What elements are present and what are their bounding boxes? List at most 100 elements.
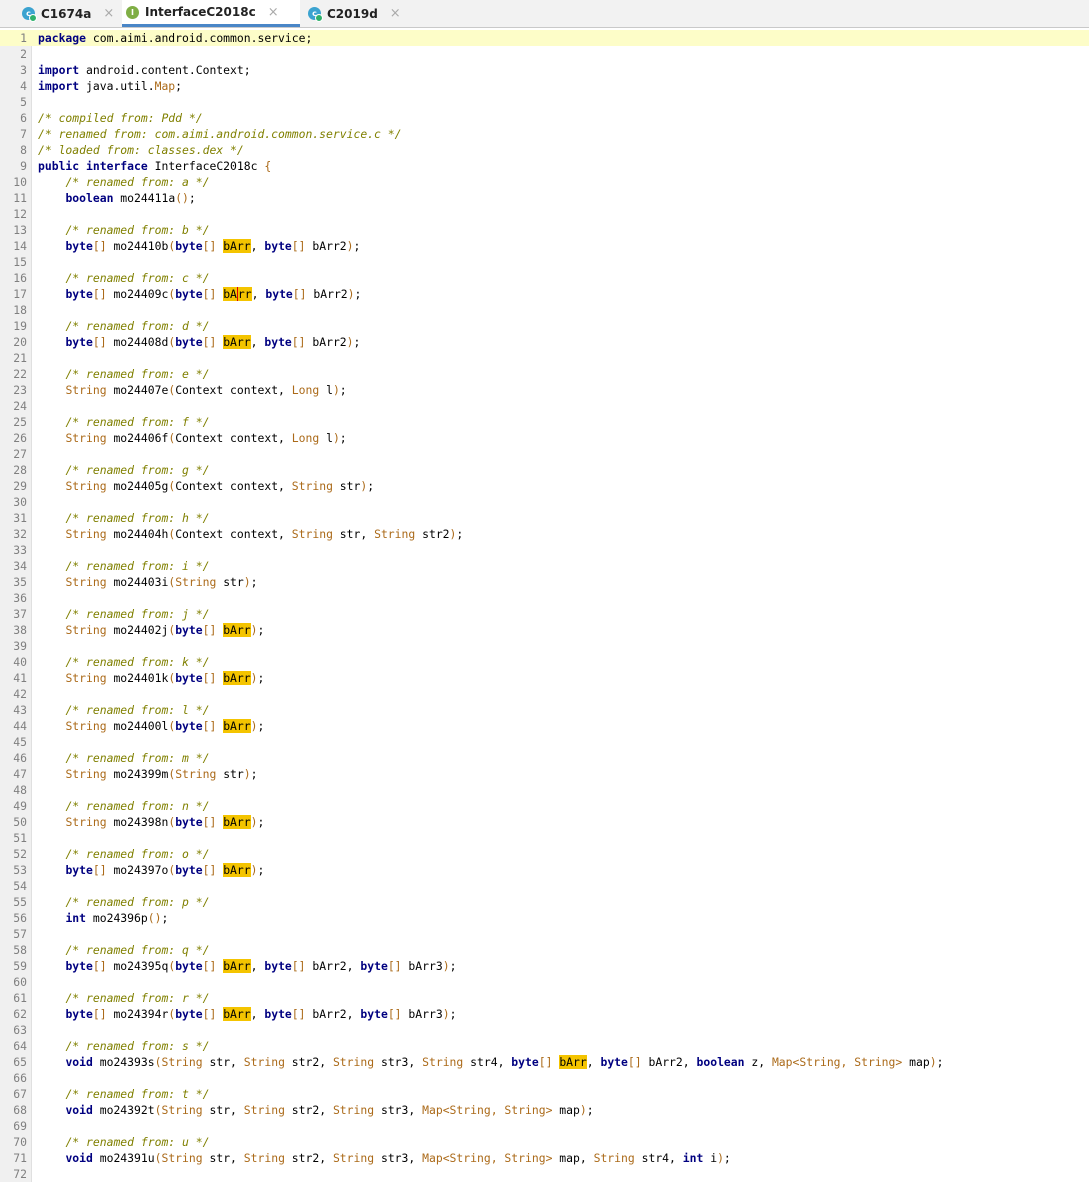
code-line[interactable]: 32 String mo24404h(Context context, Stri… [0, 526, 1089, 542]
code-line[interactable]: 44 String mo24400l(byte[] bArr); [0, 718, 1089, 734]
code-line[interactable]: 36 [0, 590, 1089, 606]
code-line[interactable]: 68 void mo24392t(String str, String str2… [0, 1102, 1089, 1118]
code-line[interactable]: 67 /* renamed from: t */ [0, 1086, 1089, 1102]
code-line[interactable]: 6 /* compiled from: Pdd */ [0, 110, 1089, 126]
code-line[interactable]: 55 /* renamed from: p */ [0, 894, 1089, 910]
code-line[interactable]: 54 [0, 878, 1089, 894]
code-line[interactable]: 24 [0, 398, 1089, 414]
code-line[interactable]: 1 package com.aimi.android.common.service… [0, 30, 1089, 46]
code-token: byte [265, 287, 293, 301]
code-line[interactable]: 18 [0, 302, 1089, 318]
code-line[interactable]: 29 String mo24405g(Context context, Stri… [0, 478, 1089, 494]
code-line[interactable]: 12 [0, 206, 1089, 222]
line-number: 24 [13, 399, 27, 413]
code-token: /* renamed from: q */ [65, 943, 210, 957]
code-line[interactable]: 8 /* loaded from: classes.dex */ [0, 142, 1089, 158]
code-line[interactable]: 21 [0, 350, 1089, 366]
code-line[interactable]: 53 byte[] mo24397o(byte[] bArr); [0, 862, 1089, 878]
tab-c2019d[interactable]: c C2019d × [304, 0, 404, 27]
code-token: { [264, 159, 272, 173]
code-line[interactable]: 31 /* renamed from: h */ [0, 510, 1089, 526]
tab-c1674a[interactable]: c C1674a × [18, 0, 118, 27]
code-line[interactable]: 69 [0, 1118, 1089, 1134]
code-line[interactable]: 57 [0, 926, 1089, 942]
code-text: String mo24404h(Context context, String … [38, 526, 463, 542]
tab-interfacec2018c[interactable]: I InterfaceC2018c × [122, 0, 300, 27]
code-line[interactable]: 10 /* renamed from: a */ [0, 174, 1089, 190]
code-line[interactable]: 71 void mo24391u(String str, String str2… [0, 1150, 1089, 1166]
code-line[interactable]: 60 [0, 974, 1089, 990]
code-text: import java.util.Map; [38, 78, 182, 94]
close-icon[interactable]: × [390, 6, 401, 21]
code-line[interactable]: 25 /* renamed from: f */ [0, 414, 1089, 430]
code-line[interactable]: 3 import android.content.Context; [0, 62, 1089, 78]
code-line[interactable]: 17 byte[] mo24409c(byte[] bArr, byte[] b… [0, 286, 1089, 302]
code-line[interactable]: 70 /* renamed from: u */ [0, 1134, 1089, 1150]
code-line[interactable]: 47 String mo24399m(String str); [0, 766, 1089, 782]
code-line[interactable]: 30 [0, 494, 1089, 510]
code-line[interactable]: 37 /* renamed from: j */ [0, 606, 1089, 622]
code-line[interactable]: 48 [0, 782, 1089, 798]
line-number: 17 [13, 287, 27, 301]
code-line[interactable]: 23 String mo24407e(Context context, Long… [0, 382, 1089, 398]
code-line[interactable]: 61 /* renamed from: r */ [0, 990, 1089, 1006]
code-text: byte[] mo24394r(byte[] bArr, byte[] bArr… [38, 1006, 456, 1022]
code-line[interactable]: 40 /* renamed from: k */ [0, 654, 1089, 670]
code-editor[interactable]: 1 package com.aimi.android.common.service… [0, 30, 1089, 1182]
code-line[interactable]: 28 /* renamed from: g */ [0, 462, 1089, 478]
code-line[interactable]: 26 String mo24406f(Context context, Long… [0, 430, 1089, 446]
code-line[interactable]: 27 [0, 446, 1089, 462]
code-line[interactable]: 13 /* renamed from: b */ [0, 222, 1089, 238]
code-line[interactable]: 49 /* renamed from: n */ [0, 798, 1089, 814]
line-number: 27 [13, 447, 27, 461]
code-line[interactable]: 41 String mo24401k(byte[] bArr); [0, 670, 1089, 686]
code-line[interactable]: 38 String mo24402j(byte[] bArr); [0, 622, 1089, 638]
code-line[interactable]: 16 /* renamed from: c */ [0, 270, 1089, 286]
code-line[interactable]: 39 [0, 638, 1089, 654]
code-token: /* renamed from: k */ [65, 655, 210, 669]
code-line[interactable]: 65 void mo24393s(String str, String str2… [0, 1054, 1089, 1070]
code-line[interactable]: 34 /* renamed from: i */ [0, 558, 1089, 574]
code-line[interactable]: 33 [0, 542, 1089, 558]
code-line[interactable]: 2 [0, 46, 1089, 62]
close-icon[interactable]: × [103, 6, 114, 21]
code-line[interactable]: 46 /* renamed from: m */ [0, 750, 1089, 766]
code-line[interactable]: 63 [0, 1022, 1089, 1038]
code-token: [] [92, 863, 107, 877]
code-line[interactable]: 43 /* renamed from: l */ [0, 702, 1089, 718]
code-line[interactable]: 15 [0, 254, 1089, 270]
code-line[interactable]: 66 [0, 1070, 1089, 1086]
code-line[interactable]: 52 /* renamed from: o */ [0, 846, 1089, 862]
code-token: String [374, 527, 416, 541]
code-line[interactable]: 5 [0, 94, 1089, 110]
code-token: byte [175, 959, 203, 973]
code-line[interactable]: 64 /* renamed from: s */ [0, 1038, 1089, 1054]
code-token: bArr3 [401, 959, 443, 973]
code-line[interactable]: 20 byte[] mo24408d(byte[] bArr, byte[] b… [0, 334, 1089, 350]
code-token: String [332, 1103, 375, 1117]
code-line[interactable]: 72 [0, 1166, 1089, 1182]
code-line[interactable]: 62 byte[] mo24394r(byte[] bArr, byte[] b… [0, 1006, 1089, 1022]
code-line[interactable]: 4 import java.util.Map; [0, 78, 1089, 94]
code-line[interactable]: 11 boolean mo24411a(); [0, 190, 1089, 206]
code-token: InterfaceC2018c [147, 159, 265, 173]
code-line[interactable]: 45 [0, 734, 1089, 750]
code-line[interactable]: 7 /* renamed from: com.aimi.android.commo… [0, 126, 1089, 142]
code-line[interactable]: 42 [0, 686, 1089, 702]
code-line[interactable]: 22 /* renamed from: e */ [0, 366, 1089, 382]
code-line[interactable]: 19 /* renamed from: d */ [0, 318, 1089, 334]
code-line[interactable]: 14 byte[] mo24410b(byte[] bArr, byte[] b… [0, 238, 1089, 254]
code-line[interactable]: 51 [0, 830, 1089, 846]
code-line[interactable]: 35 String mo24403i(String str); [0, 574, 1089, 590]
code-line[interactable]: 59 byte[] mo24395q(byte[] bArr, byte[] b… [0, 958, 1089, 974]
code-line[interactable]: 56 int mo24396p(); [0, 910, 1089, 926]
code-line[interactable]: 9 public interface InterfaceC2018c { [0, 158, 1089, 174]
code-line[interactable]: 50 String mo24398n(byte[] bArr); [0, 814, 1089, 830]
code-token: mo24391u [92, 1151, 155, 1165]
interface-icon: I [126, 5, 139, 19]
code-token: Map<String, String> [422, 1103, 553, 1117]
code-token: ; [456, 527, 464, 541]
code-line[interactable]: 58 /* renamed from: q */ [0, 942, 1089, 958]
close-icon[interactable]: × [268, 5, 279, 20]
